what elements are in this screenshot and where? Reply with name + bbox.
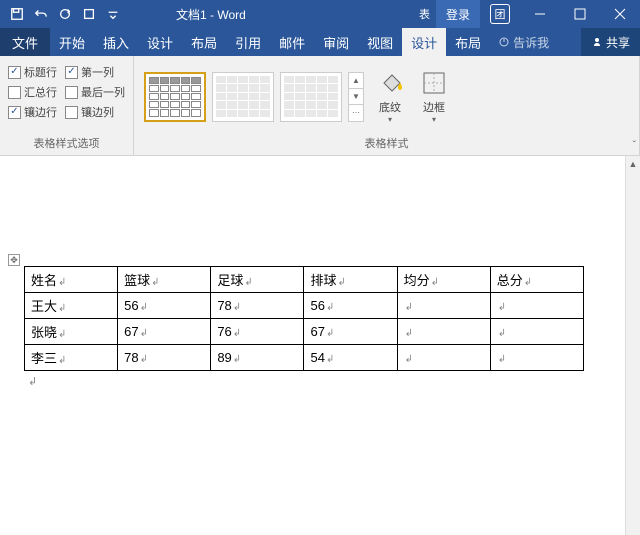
document-title: 文档1 - Word bbox=[176, 6, 246, 23]
paint-bucket-icon bbox=[376, 69, 404, 97]
table-cell[interactable]: 张晓↲ bbox=[25, 319, 118, 345]
ribbon: 标题行 第一列 汇总行 最后一列 镶边行 镶边列 表格样式选项 ▲▼⋯ bbox=[0, 56, 640, 156]
table-cell[interactable]: ↲ bbox=[490, 319, 583, 345]
save-button[interactable] bbox=[6, 3, 28, 25]
redo-button[interactable] bbox=[54, 3, 76, 25]
chk-header-row[interactable]: 标题行 bbox=[8, 64, 57, 80]
data-table[interactable]: 姓名↲篮球↲足球↲排球↲均分↲总分↲王大↲56↲78↲56↲↲↲张晓↲67↲76… bbox=[24, 266, 584, 371]
menu-bar: 文件 开始 插入 设计 布局 引用 邮件 审阅 视图 设计 布局 告诉我 共享 bbox=[0, 28, 640, 56]
borders-button[interactable]: 边框▾ bbox=[412, 60, 456, 133]
table-row: 李三↲78↲89↲54↲↲↲ bbox=[25, 345, 584, 371]
qat-item-button[interactable] bbox=[78, 3, 100, 25]
table-cell[interactable]: 54↲ bbox=[304, 345, 397, 371]
title-bar: 文档1 - Word 表 登录 团 bbox=[0, 0, 640, 28]
table-style-2[interactable] bbox=[212, 72, 274, 122]
table-cell[interactable]: 78↲ bbox=[211, 293, 304, 319]
table-move-handle[interactable]: ✥ bbox=[8, 254, 20, 266]
chk-first-col[interactable]: 第一列 bbox=[65, 64, 114, 80]
table-header-cell[interactable]: 排球↲ bbox=[304, 267, 397, 293]
ribbon-group-styles: ▲▼⋯ 底纹▾ 边框▾ 表格样式 bbox=[134, 56, 640, 155]
table-header-cell[interactable]: 篮球↲ bbox=[118, 267, 211, 293]
table-cell[interactable]: ↲ bbox=[397, 345, 490, 371]
menu-insert[interactable]: 插入 bbox=[94, 28, 138, 56]
menu-home[interactable]: 开始 bbox=[50, 28, 94, 56]
undo-button[interactable] bbox=[30, 3, 52, 25]
table-header-cell[interactable]: 总分↲ bbox=[490, 267, 583, 293]
table-tools-label: 表 bbox=[413, 6, 436, 22]
title-right: 表 登录 团 bbox=[413, 0, 640, 28]
table-cell[interactable]: 李三↲ bbox=[25, 345, 118, 371]
table-cell[interactable]: 67↲ bbox=[304, 319, 397, 345]
quick-access-toolbar bbox=[0, 3, 126, 25]
table-header-cell[interactable]: 姓名↲ bbox=[25, 267, 118, 293]
scroll-up-icon[interactable]: ▲ bbox=[626, 156, 640, 171]
menu-mailings[interactable]: 邮件 bbox=[270, 28, 314, 56]
account-icon[interactable]: 团 bbox=[490, 4, 510, 24]
menu-references[interactable]: 引用 bbox=[226, 28, 270, 56]
close-button[interactable] bbox=[600, 0, 640, 28]
menu-layout[interactable]: 布局 bbox=[182, 28, 226, 56]
login-button[interactable]: 登录 bbox=[436, 0, 480, 28]
chk-total-row[interactable]: 汇总行 bbox=[8, 84, 57, 100]
share-button[interactable]: 共享 bbox=[581, 28, 640, 56]
table-header-row: 姓名↲篮球↲足球↲排球↲均分↲总分↲ bbox=[25, 267, 584, 293]
chk-banded-rows[interactable]: 镶边行 bbox=[8, 104, 57, 120]
style-down-icon[interactable]: ▼ bbox=[349, 89, 363, 105]
table-cell[interactable]: 78↲ bbox=[118, 345, 211, 371]
table-cell[interactable]: 89↲ bbox=[211, 345, 304, 371]
table-cell[interactable]: ↲ bbox=[397, 319, 490, 345]
table-cell[interactable]: ↲ bbox=[490, 293, 583, 319]
style-more-icon[interactable]: ⋯ bbox=[349, 105, 363, 120]
minimize-button[interactable] bbox=[520, 0, 560, 28]
table-cell[interactable]: 67↲ bbox=[118, 319, 211, 345]
table-style-1[interactable] bbox=[144, 72, 206, 122]
style-up-icon[interactable]: ▲ bbox=[349, 73, 363, 89]
maximize-button[interactable] bbox=[560, 0, 600, 28]
collapse-ribbon-button[interactable]: ˇ bbox=[633, 140, 636, 151]
vertical-scrollbar[interactable]: ▲ bbox=[625, 156, 640, 535]
table-cell[interactable]: ↲ bbox=[490, 345, 583, 371]
ribbon-group-options: 标题行 第一列 汇总行 最后一列 镶边行 镶边列 表格样式选项 bbox=[0, 56, 134, 155]
group-label-styles: 表格样式 bbox=[140, 133, 633, 153]
borders-icon bbox=[420, 69, 448, 97]
table-row: 王大↲56↲78↲56↲↲↲ bbox=[25, 293, 584, 319]
shading-button[interactable]: 底纹▾ bbox=[368, 60, 412, 133]
chk-banded-cols[interactable]: 镶边列 bbox=[65, 104, 114, 120]
table-header-cell[interactable]: 均分↲ bbox=[397, 267, 490, 293]
menu-review[interactable]: 审阅 bbox=[314, 28, 358, 56]
document-area[interactable]: ✥ 姓名↲篮球↲足球↲排球↲均分↲总分↲王大↲56↲78↲56↲↲↲张晓↲67↲… bbox=[0, 156, 625, 535]
table-cell[interactable]: ↲ bbox=[397, 293, 490, 319]
table-header-cell[interactable]: 足球↲ bbox=[211, 267, 304, 293]
chk-last-col[interactable]: 最后一列 bbox=[65, 84, 125, 100]
table-cell[interactable]: 王大↲ bbox=[25, 293, 118, 319]
style-gallery-spinner[interactable]: ▲▼⋯ bbox=[348, 72, 364, 122]
menu-design[interactable]: 设计 bbox=[138, 28, 182, 56]
table-row: 张晓↲67↲76↲67↲↲↲ bbox=[25, 319, 584, 345]
table-cell[interactable]: 76↲ bbox=[211, 319, 304, 345]
tell-me-input[interactable]: 告诉我 bbox=[490, 28, 557, 56]
group-label-options: 表格样式选项 bbox=[6, 133, 127, 153]
table-style-3[interactable] bbox=[280, 72, 342, 122]
page: ✥ 姓名↲篮球↲足球↲排球↲均分↲总分↲王大↲56↲78↲56↲↲↲张晓↲67↲… bbox=[0, 156, 625, 535]
table-cell[interactable]: 56↲ bbox=[304, 293, 397, 319]
menu-file[interactable]: 文件 bbox=[0, 28, 50, 56]
qat-customize-button[interactable] bbox=[102, 3, 124, 25]
menu-table-design[interactable]: 设计 bbox=[402, 28, 446, 56]
menu-table-layout[interactable]: 布局 bbox=[446, 28, 490, 56]
paragraph-mark: ↲ bbox=[20, 371, 605, 392]
table-cell[interactable]: 56↲ bbox=[118, 293, 211, 319]
menu-view[interactable]: 视图 bbox=[358, 28, 402, 56]
